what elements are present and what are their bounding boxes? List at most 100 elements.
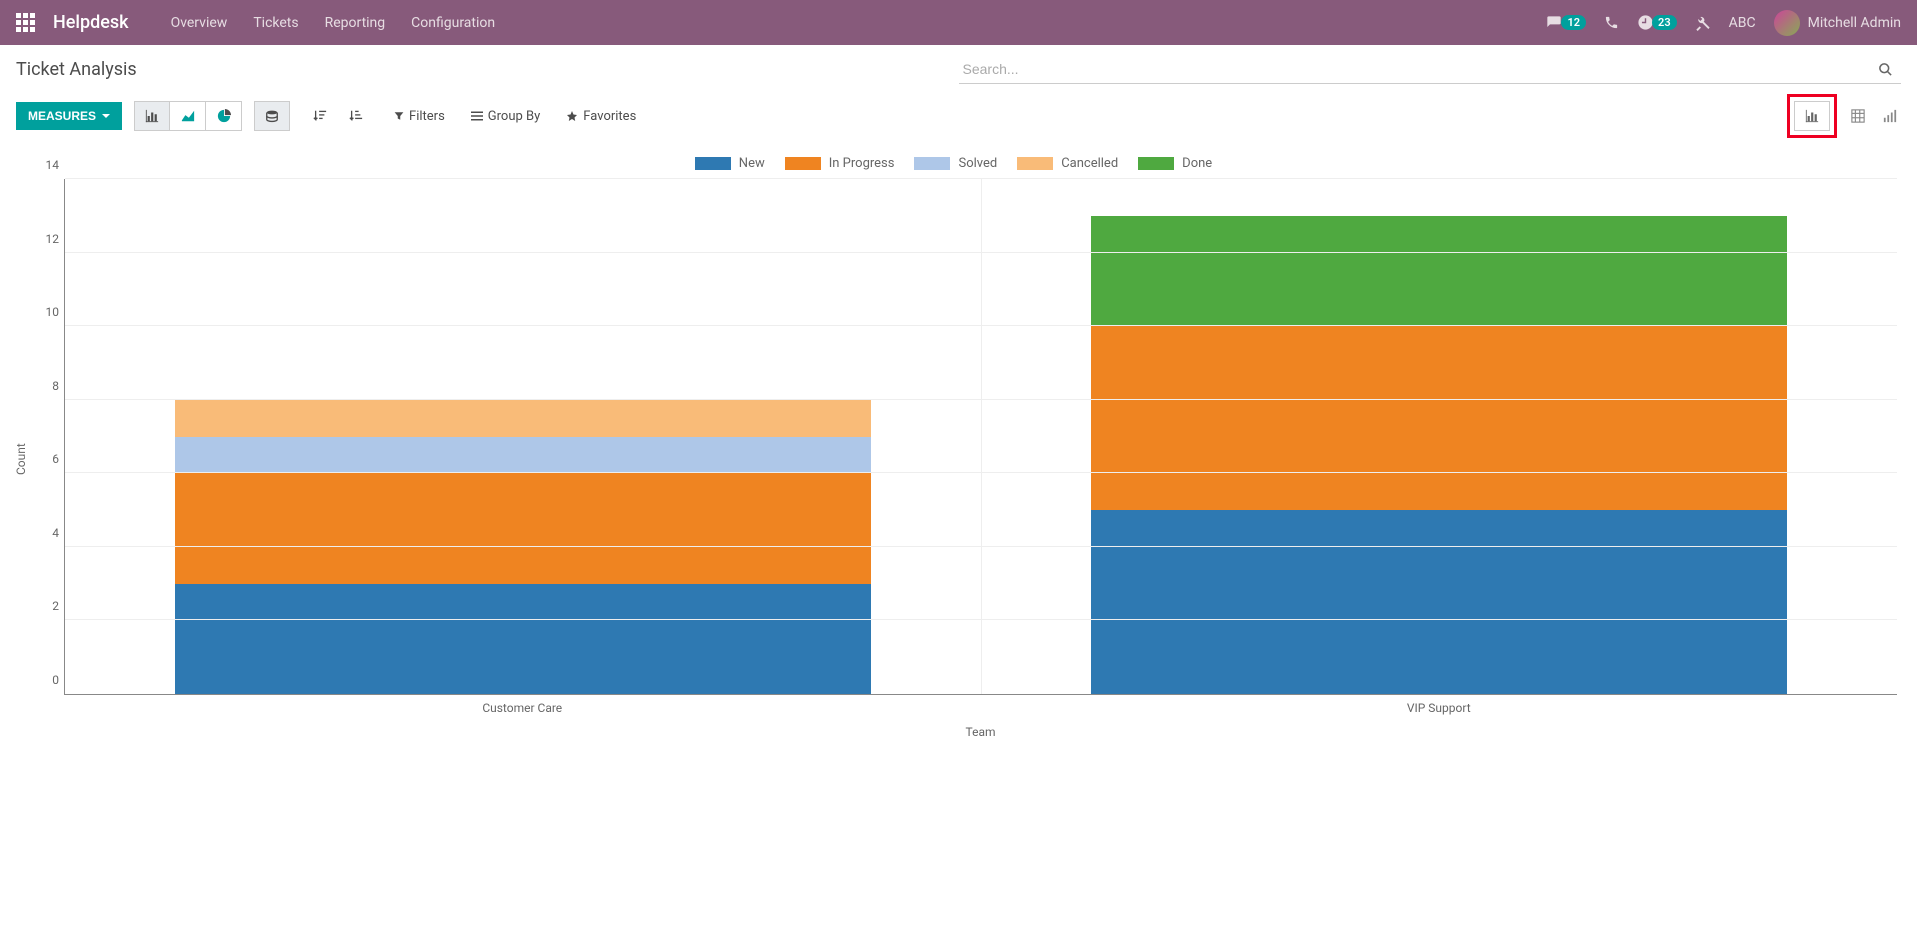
bar-stack — [175, 400, 871, 694]
bar-segment[interactable] — [175, 584, 871, 694]
search-input[interactable] — [959, 55, 1871, 83]
gridline — [65, 472, 1897, 473]
page-title: Ticket Analysis — [16, 59, 137, 80]
bar-segment[interactable] — [175, 473, 871, 583]
navbar-right: 12 23 ABC Mitchell Admin — [1545, 10, 1901, 36]
pivot-view-button[interactable] — [1847, 105, 1869, 127]
legend-swatch — [1138, 157, 1174, 170]
user-menu[interactable]: Mitchell Admin — [1774, 10, 1901, 36]
y-tick-label: 2 — [37, 599, 59, 613]
dashboard-view-button[interactable] — [1879, 105, 1901, 127]
y-tick-label: 6 — [37, 452, 59, 466]
nav-reporting[interactable]: Reporting — [325, 15, 386, 31]
nav-configuration[interactable]: Configuration — [411, 15, 495, 31]
x-ticks: Customer CareVIP Support — [64, 695, 1897, 715]
x-tick-label: Customer Care — [64, 695, 981, 715]
legend-label: In Progress — [829, 156, 895, 171]
y-tick-label: 14 — [37, 158, 59, 172]
legend-item[interactable]: Cancelled — [1017, 156, 1118, 171]
measures-button[interactable]: MEASURES — [16, 102, 122, 130]
bar-segment[interactable] — [1091, 510, 1787, 694]
gridline — [65, 546, 1897, 547]
legend-item[interactable]: In Progress — [785, 156, 895, 171]
y-axis-label: Count — [10, 179, 32, 739]
bar-segment[interactable] — [1091, 326, 1787, 510]
nav-tickets[interactable]: Tickets — [253, 15, 298, 31]
bar-column — [65, 179, 982, 694]
sort-asc-button[interactable] — [302, 101, 338, 131]
nav-links: Overview Tickets Reporting Configuration — [171, 15, 496, 31]
chart-type-group — [134, 101, 242, 131]
y-tick-label: 8 — [37, 379, 59, 393]
highlight-annotation — [1787, 94, 1837, 138]
graph-view-button[interactable] — [1794, 101, 1830, 131]
group-by-button[interactable]: Group By — [471, 109, 541, 124]
favorites-button[interactable]: Favorites — [566, 109, 636, 124]
bar-segment[interactable] — [175, 437, 871, 474]
y-tick-label: 12 — [37, 232, 59, 246]
legend-label: Done — [1182, 156, 1212, 171]
chart-container: New In Progress Solved Cancelled Done Count … — [0, 146, 1917, 749]
chart-legend: New In Progress Solved Cancelled Done — [10, 156, 1897, 171]
clock-badge: 23 — [1652, 15, 1677, 30]
sort-desc-button[interactable] — [338, 101, 374, 131]
search-icon[interactable] — [1870, 62, 1901, 77]
cp-bottom: MEASURES F — [16, 94, 1901, 146]
user-name: Mitchell Admin — [1808, 15, 1901, 31]
bar-chart-button[interactable] — [134, 101, 170, 131]
bar-segment[interactable] — [1091, 216, 1787, 326]
messages-badge: 12 — [1561, 15, 1586, 30]
stacked-button[interactable] — [254, 101, 290, 131]
clock-icon[interactable]: 23 — [1637, 14, 1677, 31]
phone-icon[interactable] — [1604, 15, 1619, 30]
control-panel: Ticket Analysis MEASURES — [0, 45, 1917, 146]
app-brand[interactable]: Helpdesk — [53, 12, 129, 33]
company-name[interactable]: ABC — [1729, 15, 1756, 31]
view-switcher — [1787, 94, 1901, 138]
search-options: Filters Group By Favorites — [394, 109, 636, 124]
filters-button[interactable]: Filters — [394, 109, 445, 124]
legend-item[interactable]: Done — [1138, 156, 1212, 171]
apps-icon[interactable] — [16, 13, 35, 32]
legend-label: Cancelled — [1061, 156, 1118, 171]
y-tick-label: 0 — [37, 673, 59, 687]
x-tick-label: VIP Support — [981, 695, 1898, 715]
search-wrap — [959, 55, 1902, 84]
top-navbar: Helpdesk Overview Tickets Reporting Conf… — [0, 0, 1917, 45]
plot-area: 02468101214 Customer CareVIP Support Tea… — [32, 179, 1897, 739]
legend-swatch — [1017, 157, 1053, 170]
gridline — [65, 399, 1897, 400]
grid-zone: 02468101214 — [64, 179, 1897, 695]
sort-group — [302, 101, 374, 131]
avatar — [1774, 10, 1800, 36]
nav-overview[interactable]: Overview — [171, 15, 228, 31]
gridline — [65, 178, 1897, 179]
bars-row — [65, 179, 1897, 694]
legend-label: New — [739, 156, 765, 171]
measures-label: MEASURES — [28, 109, 96, 123]
legend-item[interactable]: New — [695, 156, 765, 171]
gridline — [65, 252, 1897, 253]
legend-item[interactable]: Solved — [914, 156, 997, 171]
cp-top: Ticket Analysis — [16, 55, 1901, 84]
bar-column — [982, 179, 1898, 694]
y-tick-label: 10 — [37, 305, 59, 319]
bar-segment[interactable] — [175, 400, 871, 437]
filters-label: Filters — [409, 109, 445, 124]
messages-icon[interactable]: 12 — [1545, 15, 1586, 31]
favorites-label: Favorites — [583, 109, 636, 124]
tools-icon[interactable] — [1695, 15, 1711, 31]
line-chart-button[interactable] — [170, 101, 206, 131]
y-tick-label: 4 — [37, 526, 59, 540]
pie-chart-button[interactable] — [206, 101, 242, 131]
navbar-left: Helpdesk Overview Tickets Reporting Conf… — [16, 12, 495, 33]
gridline — [65, 619, 1897, 620]
legend-label: Solved — [958, 156, 997, 171]
legend-swatch — [914, 157, 950, 170]
bar-stack — [1091, 216, 1787, 694]
group-by-label: Group By — [488, 109, 541, 124]
x-axis-label: Team — [64, 725, 1897, 739]
plot-wrap: Count 02468101214 Customer CareVIP Suppo… — [10, 179, 1897, 739]
legend-swatch — [695, 157, 731, 170]
gridline — [65, 325, 1897, 326]
